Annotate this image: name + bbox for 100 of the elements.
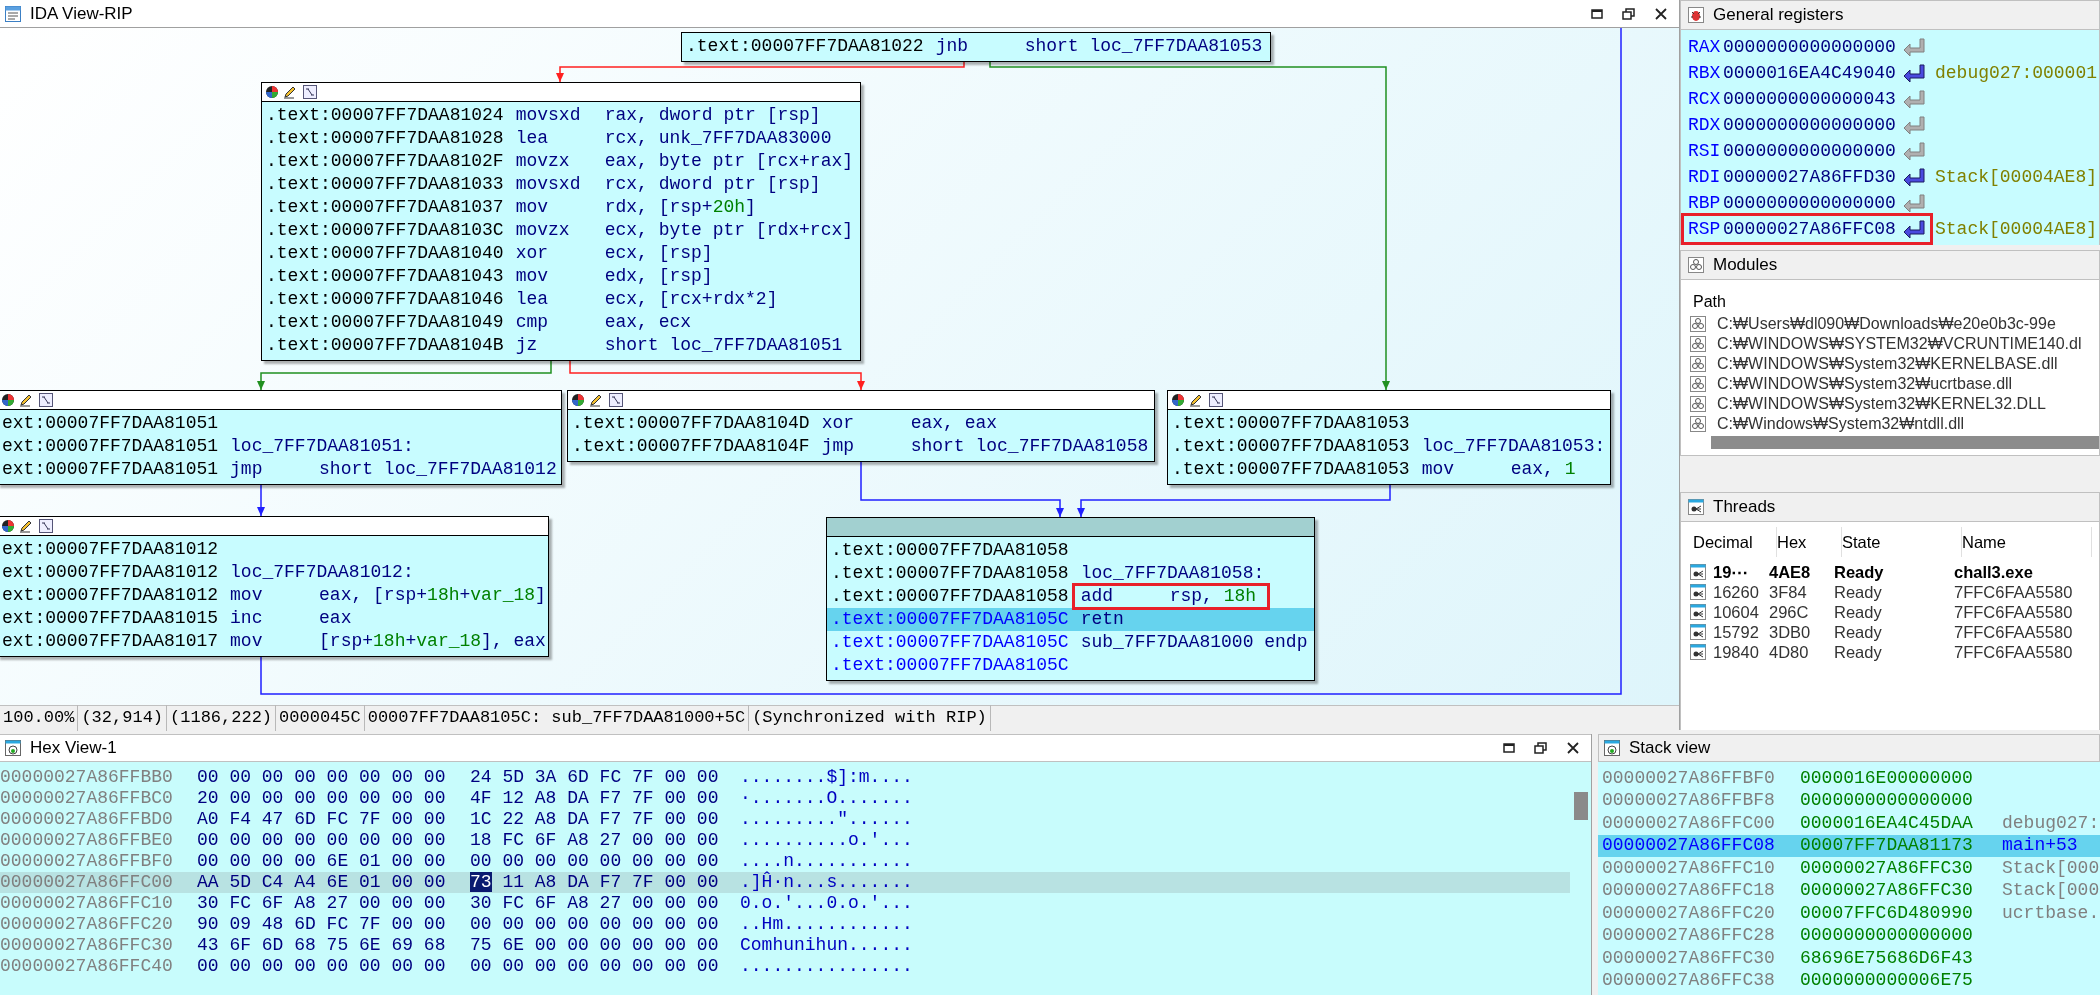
register-name: RSI <box>1688 139 1722 163</box>
thread-row[interactable]: 16260 3F84 Ready 7FFC6FAA5580 <box>1681 582 2099 602</box>
table-cell-text: 15792 <box>1712 621 1760 643</box>
register-name: RDI <box>1688 165 1722 189</box>
address-text: 00000027A86FFC10 <box>1602 856 1776 880</box>
operand-text: ecx, [rsp] <box>604 242 713 265</box>
return-arrow-icon[interactable] <box>1903 219 1925 239</box>
hex-bytes: AA 5D C4 A4 6E 01 00 00 <box>197 871 447 894</box>
return-arrow-icon[interactable] <box>1903 63 1925 83</box>
label-text: loc_7FF7DAA81058: <box>1080 562 1265 585</box>
ascii-text: ..Hm............ <box>740 913 913 936</box>
operand-text: eax, eax <box>910 412 998 435</box>
code-line[interactable]: .text:00007FF7DAA8105C sub_7FF7DAA81000 endp <box>827 631 1314 654</box>
status-text: (32,914) <box>78 705 168 731</box>
stack-row[interactable]: 00000027A86FFC08 00007FF7DAA81173 main+53 <box>1598 834 2100 857</box>
hex-bytes: 30 FC 6F A8 27 00 00 00 <box>197 892 447 915</box>
table-cell-text: Ready <box>1834 601 1883 623</box>
graph-icon[interactable] <box>39 393 53 407</box>
color-wheel-icon[interactable] <box>1 519 15 533</box>
register-value: 0000000000000000 <box>1723 113 1897 137</box>
panel-title: General registers <box>1713 4 1844 27</box>
code-line[interactable]: .text:00007FF7DAA81058 loc_7FF7DAA81058: <box>827 562 1314 585</box>
address-text: 00000027A86FFBF8 <box>1602 789 1776 813</box>
color-wheel-icon[interactable] <box>1171 393 1185 407</box>
window-icon <box>4 4 22 23</box>
stack-row[interactable]: 00000027A86FFC28 0000000000000000 <box>1598 924 2100 947</box>
address-text: .text:00007FF7DAA8104F <box>572 435 811 458</box>
code-line[interactable]: .text:00007FF7DAA8105C <box>827 654 1314 677</box>
stack-comment: main+53 <box>2002 834 2078 858</box>
register-value: 00000027A86FFD30 <box>1723 165 1897 189</box>
hex-row[interactable]: 00000027A86FFC10 30 FC 6F A8 27 00 00 00 30 FC 6F A8 27 00 00 00 0.o.'...0.o.'... <box>0 893 1570 914</box>
table-cell-text: 19⋯ <box>1712 561 1750 583</box>
mnemonic-text: xor <box>515 242 550 265</box>
hex-bytes: 00 00 00 00 00 00 00 00 <box>470 850 720 873</box>
hex-row[interactable]: 00000027A86FFC40 00 00 00 00 00 00 00 00 00 00 00 00 00 00 00 00 ................ <box>0 956 1570 977</box>
address-text: .text:00007FF7DAA81058 <box>831 539 1070 562</box>
address-text: ext:00007FF7DAA81012 <box>2 584 220 607</box>
stack-row[interactable]: 00000027A86FFC20 00007FFC6D480990 ucrtbase. <box>1598 902 2100 925</box>
module-path: C:₩Windows₩System32₩ntdll.dll <box>1717 414 1965 434</box>
ascii-text: .]Ĥ·n...s....... <box>740 870 913 894</box>
graph-icon[interactable] <box>303 85 317 99</box>
stack-row[interactable]: 00000027A86FFC18 00000027A86FFC30 Stack[000 <box>1598 879 2100 902</box>
thread-row[interactable]: 15792 3DB0 Ready 7FFC6FAA5580 <box>1681 622 2099 642</box>
address-text: ext:00007FF7DAA81051 <box>2 458 220 481</box>
hex-row[interactable]: 00000027A86FFBC0 20 00 00 00 00 00 00 00 4F 12 A8 DA F7 7F 00 00 ·.......O....... <box>0 788 1570 809</box>
register-value: 0000016EA4C49040 <box>1723 61 1897 85</box>
stack-row[interactable]: 00000027A86FFBF8 0000000000000000 <box>1598 789 2100 812</box>
hex-row[interactable]: 00000027A86FFC00 AA 5D C4 A4 6E 01 00 00 73 11 A8 DA F7 7F 00 00 .]Ĥ·n...s....... <box>0 872 1570 893</box>
code-line[interactable]: .text:00007FF7DAA81058 <box>827 539 1314 562</box>
address-text: .text:00007FF7DAA81053 <box>1172 412 1411 435</box>
mnemonic-text: movsxd <box>515 104 582 127</box>
status-text: 00007FF7DAA8105C: sub_7FF7DAA81000+5C <box>364 705 750 731</box>
mnemonic-text: jmp <box>230 458 264 481</box>
address-text: .text:00007FF7DAA8104B <box>266 334 505 357</box>
hex-row[interactable]: 00000027A86FFC20 90 09 48 6D FC 7F 00 00 00 00 00 00 00 00 00 00 ..Hm............ <box>0 914 1570 935</box>
stack-row[interactable]: 00000027A86FFC10 00000027A86FFC30 Stack[000 <box>1598 857 2100 880</box>
label-text: loc_7FF7DAA81012: <box>230 561 414 584</box>
module-path: C:₩WINDOWS₩System32₩KERNELBASE.dll <box>1717 354 2058 374</box>
stack-row[interactable]: 00000027A86FFC30 68696E75686D6F43 <box>1598 947 2100 970</box>
scrollbar-thumb[interactable] <box>1711 436 2099 449</box>
color-wheel-icon[interactable] <box>265 85 279 99</box>
address-text: .text:00007FF7DAA8104D <box>572 412 811 435</box>
hex-row[interactable]: 00000027A86FFBB0 00 00 00 00 00 00 00 00 24 5D 3A 6D FC 7F 00 00 ........$]:m.... <box>0 767 1570 788</box>
hex-bytes: 00 00 00 00 00 00 00 00 <box>197 829 447 852</box>
label-text: sub_7FF7DAA81000 endp <box>1080 631 1308 654</box>
address-text: .text:00007FF7DAA81040 <box>266 242 505 265</box>
hex-row[interactable]: 00000027A86FFC30 43 6F 6D 68 75 6E 69 68 75 6E 00 00 00 00 00 00 Comhunihun...... <box>0 935 1570 956</box>
graph-icon[interactable] <box>39 519 53 533</box>
address-text: 00000027A86FFBC0 <box>0 787 174 810</box>
operand-text: ecx, [rcx+rdx*2] <box>604 288 778 311</box>
stack-row[interactable]: 00000027A86FFC38 0000000000006E75 <box>1598 969 2100 992</box>
color-wheel-icon[interactable] <box>1 393 15 407</box>
hex-row[interactable]: 00000027A86FFBF0 00 00 00 00 6E 01 00 00 00 00 00 00 00 00 00 00 ....n........... <box>0 851 1570 872</box>
return-arrow-icon[interactable] <box>1903 167 1925 187</box>
address-text: 00000027A86FFC40 <box>0 955 174 978</box>
hex-row[interactable]: 00000027A86FFBE0 00 00 00 00 00 00 00 00 18 FC 6F A8 27 00 00 00 ..........o.'... <box>0 830 1570 851</box>
graph-icon[interactable] <box>1209 393 1223 407</box>
scrollbar-thumb[interactable] <box>1574 792 1588 820</box>
thread-row[interactable]: 10604 296C Ready 7FFC6FAA5580 <box>1681 602 2099 622</box>
table-cell-text: Ready <box>1834 581 1883 603</box>
graph-icon[interactable] <box>609 393 623 407</box>
hex-bytes: 30 FC 6F A8 27 00 00 00 <box>470 892 720 915</box>
table-cell-text: Ready <box>1834 621 1883 643</box>
color-wheel-icon[interactable] <box>571 393 585 407</box>
hex-bytes: 00 00 00 00 00 00 00 00 <box>197 955 447 978</box>
thread-row[interactable]: 19840 4D80 Ready 7FFC6FAA5580 <box>1681 642 2099 662</box>
hex-row[interactable]: 00000027A86FFBD0 A0 F4 47 6D FC 7F 00 00 1C 22 A8 DA F7 7F 00 00 ........."...... <box>0 809 1570 830</box>
operand-text: [rsp+18h+var_18], eax <box>319 630 546 653</box>
register-value: 0000000000000000 <box>1723 35 1897 59</box>
table-cell-text: 7FFC6FAA5580 <box>1954 641 2073 663</box>
address-text: .text:00007FF7DAA81037 <box>266 196 505 219</box>
code-line[interactable]: .text:00007FF7DAA81058 add rsp, 18h <box>827 585 1314 608</box>
threads-icon <box>1687 498 1705 516</box>
thread-row[interactable]: 19⋯ 4AE8 Ready chall3.exe <box>1681 562 2099 582</box>
table-cell-text: 7FFC6FAA5580 <box>1954 581 2073 603</box>
mnemonic-text: retn <box>1080 608 1125 631</box>
operand-text: edx, [rsp] <box>604 265 713 288</box>
stack-row[interactable]: 00000027A86FFBF0 0000016E00000000 <box>1598 767 2100 790</box>
stack-row[interactable]: 00000027A86FFC00 0000016EA4C45DAA debug027: <box>1598 812 2100 835</box>
table-cell-text: 7FFC6FAA5580 <box>1954 621 2073 643</box>
